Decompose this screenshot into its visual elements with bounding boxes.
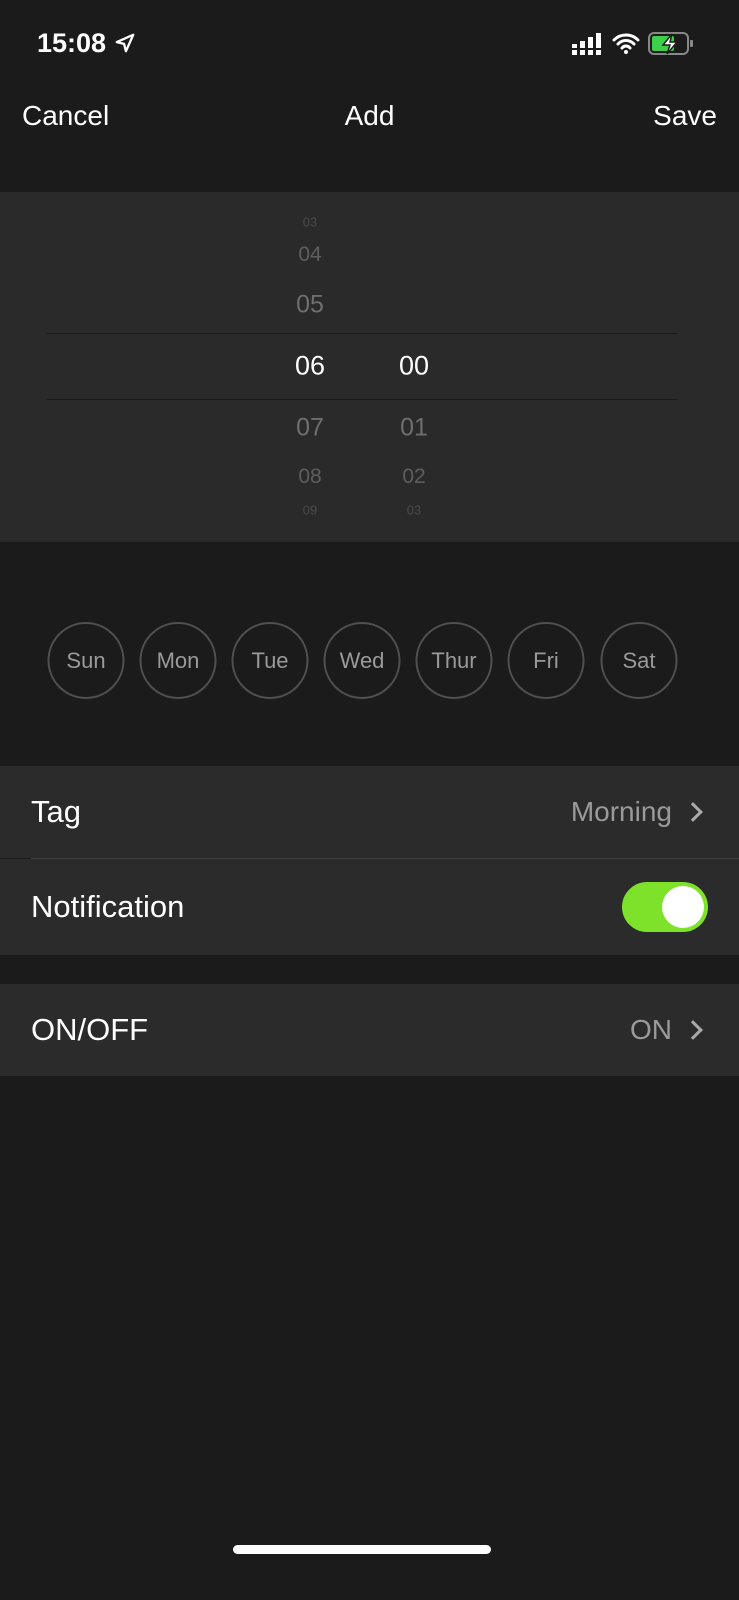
onoff-label: ON/OFF [31,1012,149,1047]
hour-option[interactable]: 03 [303,215,317,230]
notification-label: Notification [31,889,185,924]
onoff-value: ON [630,1014,672,1045]
tag-row[interactable]: Tag Morning [0,766,739,858]
location-arrow-icon [115,33,134,53]
selected-minute[interactable]: 00 [399,351,429,382]
signal-icon [572,33,601,55]
toggle-knob [662,886,704,928]
time-picker[interactable]: 03 04 05 06 07 08 09 00 01 02 03 [0,192,739,542]
tag-label: Tag [31,794,81,829]
hour-option[interactable]: 07 [296,414,324,443]
chevron-right-icon [683,1020,703,1040]
day-sat[interactable]: Sat [600,622,678,699]
day-mon[interactable]: Mon [139,622,217,699]
status-time: 15:08 [37,28,136,59]
day-sun[interactable]: Sun [47,622,125,699]
selection-line-top [47,333,677,334]
notification-toggle[interactable] [622,882,708,932]
minute-option[interactable]: 01 [400,414,428,443]
day-tue[interactable]: Tue [231,622,309,699]
hour-option[interactable]: 08 [298,465,321,489]
minute-option[interactable]: 02 [402,465,425,489]
selection-line-bottom [47,399,677,400]
day-thur[interactable]: Thur [415,622,493,699]
home-indicator[interactable] [233,1545,491,1554]
hour-option[interactable]: 04 [298,243,321,267]
page-title: Add [344,100,395,131]
minute-option[interactable]: 03 [407,503,421,518]
cancel-button[interactable]: Cancel [22,100,109,132]
battery-charging-icon [648,32,693,55]
tag-value: Morning [570,796,672,827]
wifi-icon [612,33,640,54]
chevron-right-icon [683,802,703,822]
notification-row: Notification [0,859,739,955]
day-fri[interactable]: Fri [507,622,585,699]
selected-hour[interactable]: 06 [295,351,325,382]
save-button[interactable]: Save [653,100,717,132]
onoff-row[interactable]: ON/OFF ON [0,984,739,1076]
hour-option[interactable]: 05 [296,291,324,320]
hour-option[interactable]: 09 [303,503,317,518]
day-wed[interactable]: Wed [323,622,401,699]
